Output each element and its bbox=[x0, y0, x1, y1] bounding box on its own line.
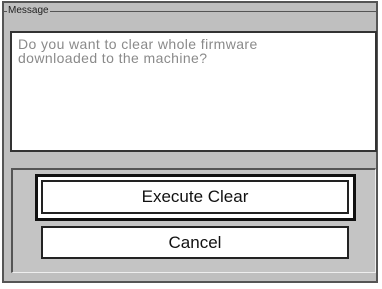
cancel-button[interactable]: Cancel bbox=[41, 226, 349, 259]
message-text: Do you want to clear whole firmware down… bbox=[18, 37, 358, 65]
message-line-1: Do you want to clear whole firmware bbox=[18, 36, 258, 52]
message-legend: Message bbox=[7, 5, 50, 16]
execute-clear-button[interactable]: Execute Clear bbox=[41, 180, 349, 214]
message-line-2: downloaded to the machine? bbox=[18, 50, 208, 66]
